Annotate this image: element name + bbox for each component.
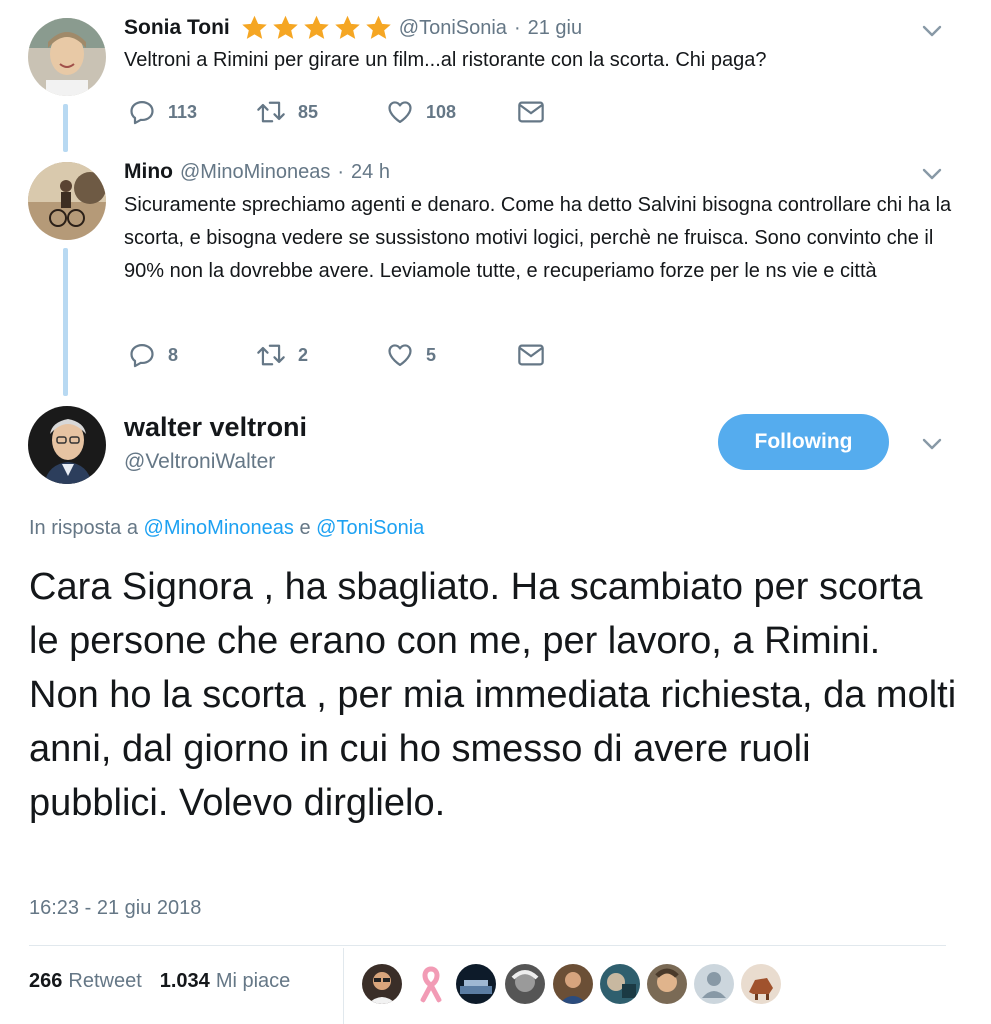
reply-button[interactable]: 113 [128, 98, 256, 126]
following-button[interactable]: Following [718, 414, 889, 470]
star-icon [242, 15, 267, 39]
liker-avatar[interactable] [741, 964, 781, 1004]
tweet-text: Veltroni a Rimini per girare un film...a… [124, 49, 767, 71]
retweet-icon [257, 344, 285, 366]
liker-avatar[interactable] [456, 964, 496, 1004]
dm-button[interactable] [517, 342, 545, 368]
avatar-mino[interactable] [28, 162, 106, 240]
retweet-count: 2 [298, 344, 309, 365]
stats-separator [343, 948, 344, 1024]
tweet-text: Sicuramente sprechiamo agenti e denaro. … [124, 194, 952, 282]
liker-avatar[interactable] [694, 964, 734, 1004]
author-name[interactable]: Sonia Toni [124, 16, 230, 40]
tweet-time[interactable]: 21 giu [528, 17, 583, 40]
tweet-timestamp[interactable]: 16:23 - 21 giu 2018 [29, 897, 201, 920]
like-button[interactable]: 5 [386, 341, 517, 369]
avatar-sonia[interactable] [28, 18, 106, 96]
author-name[interactable]: walter veltroni [124, 412, 307, 443]
rating-stars [240, 14, 393, 42]
reply-icon [130, 100, 154, 125]
tweet-actions: 8 2 5 [128, 341, 545, 369]
reply-count: 8 [168, 344, 179, 365]
retweet-icon [257, 101, 285, 123]
like-count: 108 [426, 101, 457, 122]
liker-avatar[interactable] [505, 964, 545, 1004]
tweet-actions: 113 85 108 [128, 98, 545, 126]
avatar-veltroni[interactable] [28, 406, 106, 484]
liker-avatar[interactable] [411, 964, 451, 1004]
retweet-count: 85 [298, 101, 319, 122]
envelope-icon [518, 101, 544, 123]
retweet-button[interactable]: 2 [256, 341, 386, 369]
mention-link[interactable]: @MinoMinoneas [144, 517, 294, 539]
star-icon [335, 15, 360, 39]
like-count: 5 [426, 344, 437, 365]
mention-link[interactable]: @ToniSonia [316, 517, 424, 539]
meta-separator: · [513, 16, 521, 39]
envelope-icon [518, 344, 544, 366]
engagement-stats: 266 Retweet 1.034 Mi piace [29, 970, 290, 993]
liker-avatar[interactable] [647, 964, 687, 1004]
liker-avatar[interactable] [362, 964, 402, 1004]
retweet-button[interactable]: 85 [256, 98, 386, 126]
main-tweet-text: Cara Signora , ha sbagliato. Ha scambiat… [29, 566, 957, 824]
divider [29, 945, 946, 946]
reply-button[interactable]: 8 [128, 341, 256, 369]
heart-icon [388, 344, 412, 367]
star-icon [366, 15, 391, 39]
reply-icon [130, 343, 154, 368]
dm-button[interactable] [517, 99, 545, 125]
chevron-down-icon[interactable] [921, 20, 943, 42]
star-icon [304, 15, 329, 39]
author-name[interactable]: Mino [124, 160, 173, 184]
heart-icon [388, 101, 412, 124]
thread-line [63, 104, 68, 152]
tweet-time[interactable]: 24 h [351, 161, 390, 184]
retweet-total[interactable]: 266 [29, 970, 62, 993]
author-handle[interactable]: @VeltroniWalter [124, 450, 275, 474]
author-handle[interactable]: @MinoMinoneas [180, 161, 330, 184]
thread-line [63, 248, 68, 396]
reply-count: 113 [168, 101, 198, 122]
meta-separator: · [337, 160, 345, 183]
author-handle[interactable]: @ToniSonia [399, 17, 507, 40]
like-total[interactable]: 1.034 [160, 970, 210, 993]
chevron-down-icon[interactable] [921, 163, 943, 185]
chevron-down-icon[interactable] [921, 433, 943, 455]
reply-prefix: In risposta a [29, 517, 138, 539]
like-label[interactable]: Mi piace [216, 970, 290, 993]
retweet-label[interactable]: Retweet [68, 970, 141, 993]
reply-conj: e [299, 517, 311, 539]
liker-avatar[interactable] [600, 964, 640, 1004]
star-icon [273, 15, 298, 39]
reply-context: In risposta a @MinoMinoneas e @ToniSonia [29, 517, 424, 540]
like-button[interactable]: 108 [386, 98, 517, 126]
liker-avatar[interactable] [553, 964, 593, 1004]
